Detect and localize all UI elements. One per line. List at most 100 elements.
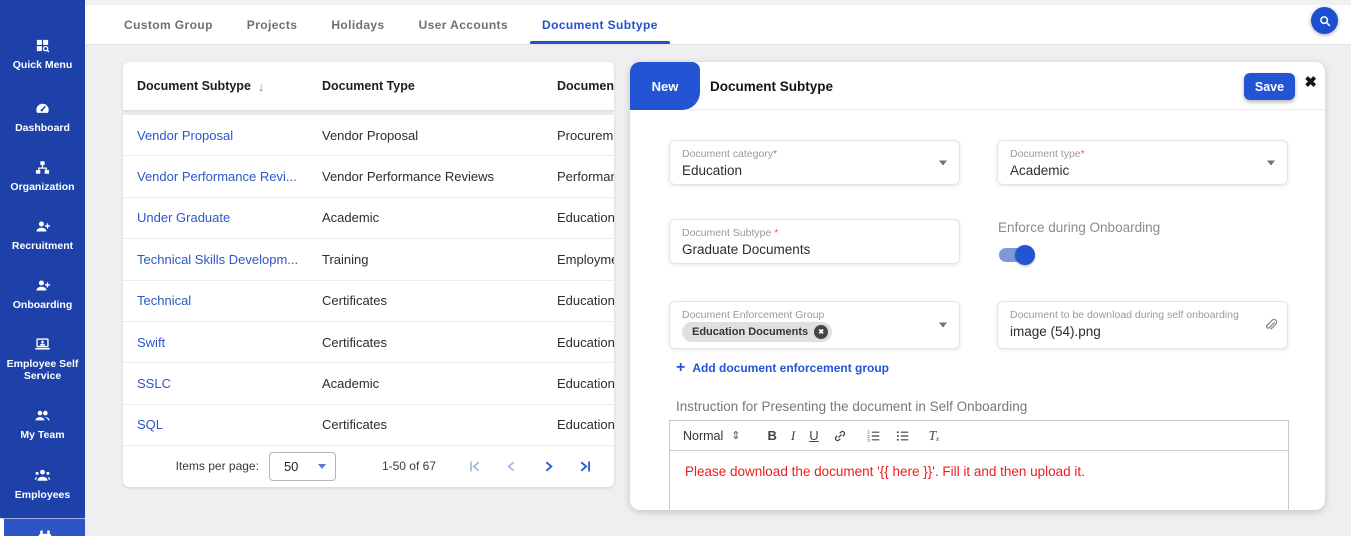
new-tab[interactable]: New [630, 62, 700, 110]
column-header-document-type[interactable]: Document Type [322, 62, 415, 110]
first-page-icon[interactable] [461, 453, 487, 479]
editor-content[interactable]: Please download the document '{{ here }}… [670, 451, 1288, 492]
paperclip-icon[interactable] [1262, 317, 1277, 338]
underline-button[interactable]: U [809, 428, 818, 443]
sidebar-item-onboarding[interactable]: Onboarding [0, 276, 85, 311]
chevron-down-icon [939, 323, 947, 328]
enforcement-group-chip: Education Documents ✖ [682, 322, 832, 342]
cell-subtype-link[interactable]: Technical Skills Developm... [137, 239, 298, 279]
table-row[interactable]: SQL Certificates Education [123, 405, 614, 446]
sidebar-item-label: Onboarding [0, 299, 85, 311]
required-asterisk: * [774, 227, 778, 239]
cell-type: Vendor Performance Reviews [322, 156, 494, 196]
link-icon[interactable] [833, 429, 847, 443]
cell-category: Education [557, 281, 614, 321]
next-page-icon[interactable] [535, 453, 561, 479]
required-asterisk: * [773, 148, 777, 160]
cell-subtype-link[interactable]: SQL [137, 405, 163, 445]
tab-custom-group[interactable]: Custom Group [112, 5, 225, 44]
updown-arrows-icon[interactable]: ⇕ [731, 429, 740, 442]
user-plus-icon [0, 276, 85, 294]
user-plus-icon [0, 217, 85, 235]
table-row[interactable]: Vendor Performance Revi... Vendor Perfor… [123, 156, 614, 197]
table-row[interactable]: Technical Skills Developm... Training Em… [123, 239, 614, 280]
field-label: Document Enforcement Group [682, 309, 824, 321]
format-select[interactable]: Normal [683, 429, 723, 443]
cell-subtype-link[interactable]: Technical [137, 281, 191, 321]
clear-formatting-button[interactable]: Tₓ [929, 428, 940, 444]
sidebar-item-label: Employee Self Service [0, 358, 85, 382]
cell-subtype-link[interactable]: Vendor Performance Revi... [137, 156, 297, 196]
bold-button[interactable]: B [768, 428, 777, 443]
download-document-field[interactable]: Document to be download during self onbo… [997, 301, 1288, 349]
sidebar-item-employee-self-service[interactable]: Employee Self Service [0, 335, 85, 382]
sidebar-item-employees[interactable]: Employees [0, 466, 85, 501]
bullet-list-icon[interactable] [895, 429, 910, 443]
cell-category: Performan [557, 156, 614, 196]
cell-subtype-link[interactable]: Vendor Proposal [137, 115, 233, 155]
enforce-onboarding-toggle[interactable] [999, 248, 1032, 262]
column-header-document-subtype[interactable]: Document Subtype ↓ [137, 62, 264, 110]
binoculars-icon [4, 526, 85, 536]
document-type-select[interactable]: Document type* Academic [997, 140, 1288, 185]
document-enforcement-group-select[interactable]: Document Enforcement Group Education Doc… [669, 301, 960, 349]
cell-category: Education [557, 198, 614, 238]
search-button[interactable] [1311, 7, 1338, 34]
save-button[interactable]: Save [1244, 73, 1295, 100]
field-label: Document category [682, 148, 773, 160]
sidebar-item-label: Quick Menu [0, 59, 85, 71]
add-enforcement-group-link[interactable]: + Add document enforcement group [676, 359, 889, 377]
table-row[interactable]: Technical Certificates Education [123, 281, 614, 322]
users-icon [0, 406, 85, 424]
chip-remove-icon[interactable]: ✖ [814, 325, 828, 339]
document-category-select[interactable]: Document category* Education [669, 140, 960, 185]
sidebar-item-dashboard[interactable]: Dashboard [0, 99, 85, 134]
cell-subtype-link[interactable]: Swift [137, 322, 165, 362]
table-row[interactable]: SSLC Academic Education [123, 363, 614, 404]
cell-type: Training [322, 239, 368, 279]
plus-icon: + [676, 359, 685, 377]
tab-document-subtype[interactable]: Document Subtype [530, 5, 670, 44]
sidebar-item-selected[interactable] [0, 518, 85, 536]
chip-label: Education Documents [692, 326, 808, 338]
page-size-select[interactable]: 50 [269, 452, 336, 481]
document-subtype-panel: New Document Subtype Save ✖ Document cat… [630, 62, 1325, 510]
search-icon [1318, 14, 1332, 28]
field-label: Document to be download during self onbo… [1010, 309, 1239, 321]
sidebar-item-quick-menu[interactable]: Quick Menu [0, 36, 85, 71]
editor-toolbar: Normal ⇕ B I U 123 Tₓ [670, 421, 1288, 451]
sidebar-item-label: Organization [0, 181, 85, 193]
panel-header: New Document Subtype Save ✖ [630, 62, 1325, 110]
column-header-document-category[interactable]: Document C [557, 62, 614, 110]
cell-type: Vendor Proposal [322, 115, 418, 155]
sidebar-item-organization[interactable]: Organization [0, 158, 85, 193]
field-value: Academic [1010, 163, 1275, 178]
sidebar-item-label: Dashboard [0, 122, 85, 134]
enforce-onboarding-label: Enforce during Onboarding [998, 220, 1160, 235]
table-row[interactable]: Vendor Proposal Vendor Proposal Procurem… [123, 115, 614, 156]
document-subtype-input[interactable]: Document Subtype * Graduate Documents [669, 219, 960, 264]
cell-subtype-link[interactable]: SSLC [137, 363, 171, 403]
italic-button[interactable]: I [791, 428, 795, 444]
tab-holidays[interactable]: Holidays [319, 5, 396, 44]
previous-page-icon[interactable] [498, 453, 524, 479]
close-icon[interactable]: ✖ [1304, 75, 1317, 90]
ordered-list-icon[interactable]: 123 [866, 429, 881, 443]
tab-user-accounts[interactable]: User Accounts [407, 5, 520, 44]
cell-subtype-link[interactable]: Under Graduate [137, 198, 230, 238]
topbar: Custom Group Projects Holidays User Acco… [85, 5, 1351, 45]
sitemap-icon [0, 158, 85, 176]
tab-bar: Custom Group Projects Holidays User Acco… [85, 5, 1351, 44]
table-body: Vendor Proposal Vendor Proposal Procurem… [123, 115, 614, 487]
sidebar-item-my-team[interactable]: My Team [0, 406, 85, 441]
sort-desc-icon[interactable]: ↓ [258, 79, 265, 94]
grid-search-icon [0, 36, 85, 54]
sidebar-item-recruitment[interactable]: Recruitment [0, 217, 85, 252]
tab-projects[interactable]: Projects [235, 5, 310, 44]
sidebar: Quick Menu Dashboard Organization Recrui… [0, 0, 85, 536]
table-row[interactable]: Swift Certificates Education [123, 322, 614, 363]
table-row[interactable]: Under Graduate Academic Education [123, 198, 614, 239]
last-page-icon[interactable] [572, 453, 598, 479]
cell-type: Certificates [322, 322, 387, 362]
cell-category: Education [557, 363, 614, 403]
